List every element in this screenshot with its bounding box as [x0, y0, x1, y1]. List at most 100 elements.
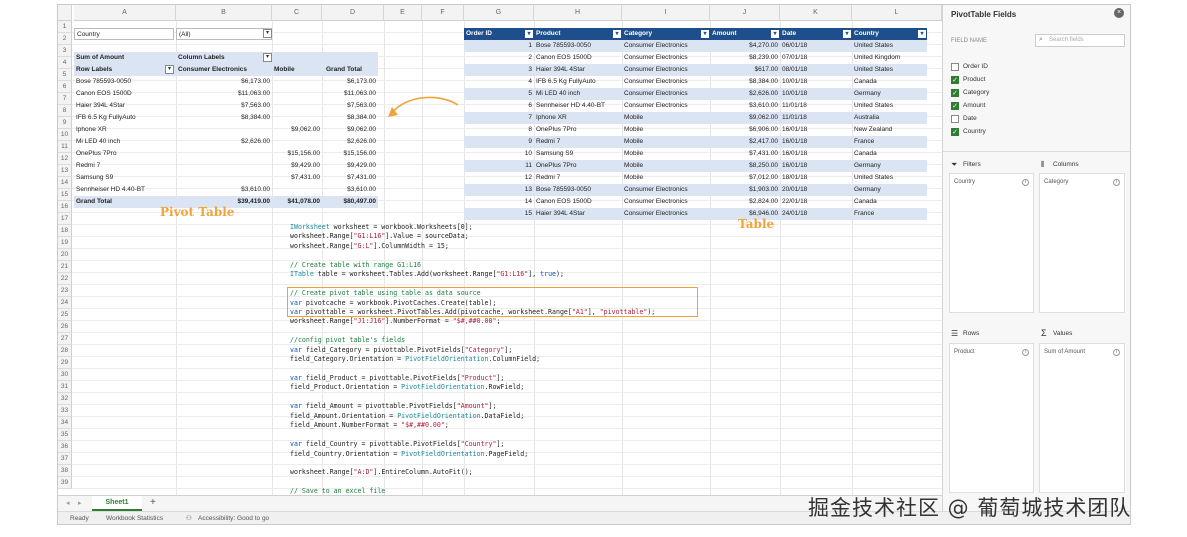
column-header-l[interactable]: L [852, 5, 942, 21]
row-labels-dropdown-icon[interactable]: ▾ [165, 65, 174, 74]
row-header-16[interactable]: 16 [58, 201, 72, 213]
row-header-37[interactable]: 37 [58, 453, 72, 465]
values-area[interactable]: Sum of Amount i [1039, 343, 1125, 493]
header-dropdown-icon[interactable]: ▾ [701, 30, 709, 38]
table-header-date[interactable]: Date ▾ [780, 28, 852, 40]
table-header-country[interactable]: Country ▾ [852, 28, 927, 40]
row-header-9[interactable]: 9 [58, 117, 72, 129]
field-checkbox[interactable] [951, 115, 959, 123]
header-dropdown-icon[interactable]: ▾ [525, 30, 533, 38]
column-header-c[interactable]: C [272, 5, 322, 21]
workbook-statistics-button[interactable]: Workbook Statistics [106, 512, 163, 524]
accessibility-icon: ⚇ [186, 515, 192, 522]
column-labels-dropdown-icon[interactable]: ▾ [263, 53, 272, 62]
field-checkbox[interactable]: ✓ [951, 128, 959, 136]
row-header-17[interactable]: 17 [58, 213, 72, 225]
row-header-38[interactable]: 38 [58, 465, 72, 477]
prev-sheet-icon[interactable]: ◂ [66, 499, 70, 507]
column-header-i[interactable]: I [622, 5, 710, 21]
column-header-e[interactable]: E [384, 5, 422, 21]
row-header-26[interactable]: 26 [58, 321, 72, 333]
row-header-1[interactable]: 1 [58, 21, 72, 33]
table-header-amount[interactable]: Amount ▾ [710, 28, 780, 40]
table-cell: Germany [854, 90, 881, 97]
row-header-31[interactable]: 31 [58, 381, 72, 393]
row-header-6[interactable]: 6 [58, 81, 72, 93]
row-header-12[interactable]: 12 [58, 153, 72, 165]
row-header-20[interactable]: 20 [58, 249, 72, 261]
info-icon[interactable]: i [1113, 179, 1120, 186]
table-cell: $2,824.00 [749, 198, 778, 205]
rows-area[interactable]: Product i [949, 343, 1034, 493]
close-icon[interactable]: × [1114, 8, 1124, 18]
table-cell: OnePlus 7Pro [536, 162, 577, 169]
column-header-d[interactable]: D [322, 5, 384, 21]
column-header-k[interactable]: K [780, 5, 852, 21]
row-header-23[interactable]: 23 [58, 285, 72, 297]
header-dropdown-icon[interactable]: ▾ [918, 30, 926, 38]
worksheet-grid[interactable]: A B C D E F G H I J K L 1 2 3 4 5 6 7 8 9 10 11 12 13 14 15 16 17 18 1… [58, 5, 943, 505]
filter-dropdown-icon[interactable]: ▾ [263, 29, 272, 38]
row-header-14[interactable]: 14 [58, 177, 72, 189]
row-header-2[interactable]: 2 [58, 33, 72, 45]
row-header-4[interactable]: 4 [58, 57, 72, 69]
field-checkbox[interactable] [951, 63, 959, 71]
rows-area-item[interactable]: Product [954, 349, 975, 355]
row-header-34[interactable]: 34 [58, 417, 72, 429]
row-header-19[interactable]: 19 [58, 237, 72, 249]
column-header-h[interactable]: H [534, 5, 622, 21]
field-checkbox[interactable]: ✓ [951, 76, 959, 84]
row-header-36[interactable]: 36 [58, 441, 72, 453]
row-header-27[interactable]: 27 [58, 333, 72, 345]
row-header-13[interactable]: 13 [58, 165, 72, 177]
accessibility-status[interactable]: Accessibility: Good to go [198, 512, 269, 524]
field-checkbox[interactable]: ✓ [951, 89, 959, 97]
row-header-24[interactable]: 24 [58, 297, 72, 309]
header-dropdown-icon[interactable]: ▾ [771, 30, 779, 38]
row-header-32[interactable]: 32 [58, 393, 72, 405]
column-header-g[interactable]: G [464, 5, 534, 21]
column-header-j[interactable]: J [710, 5, 780, 21]
row-header-22[interactable]: 22 [58, 273, 72, 285]
pivot-cell-ce: $7,563.00 [241, 102, 270, 109]
row-header-15[interactable]: 15 [58, 189, 72, 201]
header-dropdown-icon[interactable]: ▾ [613, 30, 621, 38]
filters-area[interactable]: Country i [949, 173, 1034, 313]
row-header-10[interactable]: 10 [58, 129, 72, 141]
row-header-3[interactable]: 3 [58, 45, 72, 57]
row-header-30[interactable]: 30 [58, 369, 72, 381]
select-all-corner[interactable] [58, 5, 72, 21]
info-icon[interactable]: i [1113, 349, 1120, 356]
pivot-filter-value[interactable]: (All) [176, 28, 272, 40]
table-header-product[interactable]: Product ▾ [534, 28, 622, 40]
row-header-11[interactable]: 11 [58, 141, 72, 153]
row-header-5[interactable]: 5 [58, 69, 72, 81]
field-checkbox[interactable]: ✓ [951, 102, 959, 110]
row-header-29[interactable]: 29 [58, 357, 72, 369]
row-header-33[interactable]: 33 [58, 405, 72, 417]
info-icon[interactable]: i [1022, 179, 1029, 186]
row-header-39[interactable]: 39 [58, 477, 72, 489]
values-area-item[interactable]: Sum of Amount [1044, 349, 1085, 355]
columns-area[interactable]: Category i [1039, 173, 1125, 313]
row-header-28[interactable]: 28 [58, 345, 72, 357]
column-header-b[interactable]: B [176, 5, 272, 21]
header-dropdown-icon[interactable]: ▾ [843, 30, 851, 38]
info-icon[interactable]: i [1022, 349, 1029, 356]
row-header-7[interactable]: 7 [58, 93, 72, 105]
columns-area-item[interactable]: Category [1044, 179, 1068, 185]
table-header-category[interactable]: Category ▾ [622, 28, 710, 40]
row-header-25[interactable]: 25 [58, 309, 72, 321]
row-header-18[interactable]: 18 [58, 225, 72, 237]
add-sheet-button[interactable]: + [150, 497, 156, 508]
row-header-8[interactable]: 8 [58, 105, 72, 117]
column-header-f[interactable]: F [422, 5, 464, 21]
row-header-21[interactable]: 21 [58, 261, 72, 273]
search-input[interactable]: ⌕ Search fields [1035, 34, 1125, 47]
tab-sheet1[interactable]: Sheet1 [92, 496, 142, 511]
next-sheet-icon[interactable]: ▸ [78, 499, 82, 507]
filters-area-item[interactable]: Country [954, 179, 975, 185]
row-header-35[interactable]: 35 [58, 429, 72, 441]
table-header-order-id[interactable]: Order ID ▾ [464, 28, 534, 40]
column-header-a[interactable]: A [74, 5, 176, 21]
